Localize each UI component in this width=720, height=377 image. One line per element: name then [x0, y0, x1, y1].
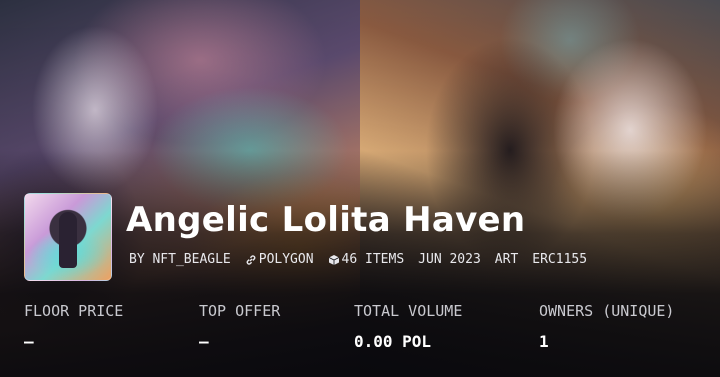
stat-top-offer: TOP OFFER –: [199, 302, 280, 351]
items-count: 46 ITEMS: [328, 252, 405, 267]
category-label: ART: [494, 252, 519, 267]
stat-value: –: [199, 332, 209, 351]
chain-label: POLYGON: [258, 252, 314, 267]
collection-banner: Angelic Lolita Haven BY NFT_BEAGLE POLYG…: [0, 0, 720, 377]
stat-total-volume: TOTAL VOLUME 0.00 POL: [354, 302, 462, 351]
collection-avatar[interactable]: [24, 193, 112, 281]
cube-icon: [328, 254, 339, 265]
stat-owners: OWNERS (UNIQUE) 1: [539, 302, 674, 351]
link-icon: [246, 254, 256, 265]
stat-value: 0.00 POL: [354, 332, 432, 351]
chain-badge[interactable]: POLYGON: [245, 252, 314, 267]
stat-label: OWNERS (UNIQUE): [539, 302, 675, 320]
stat-label: TOP OFFER: [199, 302, 281, 320]
stat-floor-price: FLOOR PRICE –: [24, 302, 123, 351]
items-label: 46 ITEMS: [341, 252, 405, 267]
stat-value: –: [24, 332, 34, 351]
collection-title: Angelic Lolita Haven: [126, 200, 526, 240]
collection-meta: BY NFT_BEAGLE POLYGON 46 ITEMS JUN 2023 …: [129, 252, 587, 267]
stat-label: TOTAL VOLUME: [354, 302, 463, 320]
stat-value: 1: [539, 332, 549, 351]
avatar-figure: [59, 212, 77, 268]
creator-link[interactable]: BY NFT_BEAGLE: [129, 252, 231, 267]
created-date: JUN 2023: [418, 252, 481, 267]
stat-label: FLOOR PRICE: [24, 302, 124, 320]
token-standard: ERC1155: [532, 252, 588, 267]
